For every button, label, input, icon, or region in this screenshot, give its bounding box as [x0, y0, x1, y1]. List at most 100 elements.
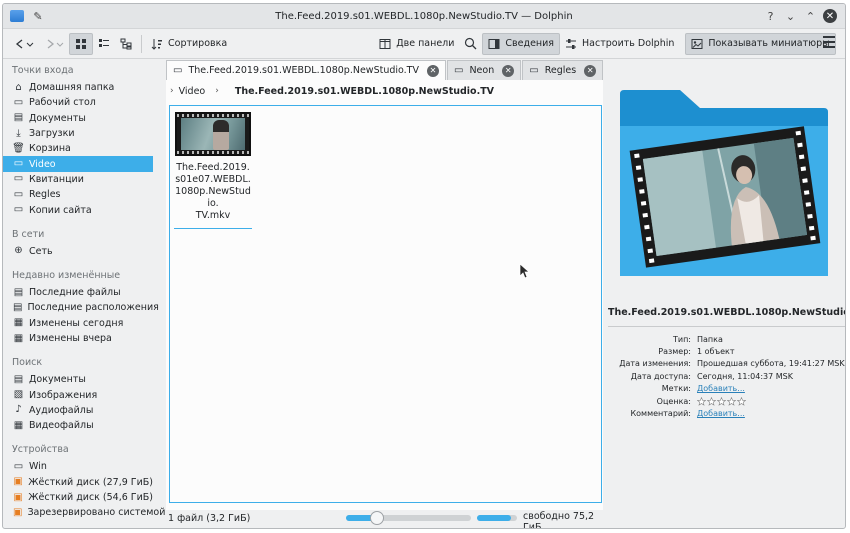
sidebar-item-downloads[interactable]: ⤓ Загрузки: [3, 126, 153, 141]
search-icon: [465, 37, 477, 50]
sidebar-item-home[interactable]: ⌂ Домашняя папка: [3, 80, 153, 95]
add-tags-link[interactable]: Добавить...: [697, 384, 745, 393]
sidebar-item-label: Копии сайта: [29, 204, 92, 216]
recent-section-title: Недавно изменённые: [12, 269, 121, 281]
dolphin-app-icon[interactable]: [10, 10, 24, 22]
star-icon[interactable]: [737, 396, 746, 406]
file-item[interactable]: The.Feed.2019. s01e07.WEBDL. 1080p.NewSt…: [174, 112, 252, 229]
close-tab-icon[interactable]: ✕: [426, 64, 439, 77]
sidebar-item-system-reserved[interactable]: ▣ Зарезервировано системой: [3, 505, 165, 520]
help-button[interactable]: ?: [763, 9, 778, 24]
close-tab-icon[interactable]: ✕: [502, 64, 515, 77]
places-panel: Точки входа ⌂ Домашняя папка ▭ Рабочий сто…: [3, 60, 165, 528]
close-tab-icon[interactable]: ✕: [584, 64, 597, 77]
breadcrumb-parent[interactable]: Video: [179, 86, 206, 97]
trash-icon: 🗑︎: [12, 142, 25, 154]
rating-stars[interactable]: [697, 396, 746, 406]
sidebar-item-receipts[interactable]: ▭ Квитанции: [3, 172, 153, 187]
sidebar-item-modified-today[interactable]: ▦ Изменены сегодня: [3, 316, 153, 331]
sidebar-item-recent-files[interactable]: ▤ Последние файлы: [3, 285, 153, 300]
forward-button[interactable]: [39, 33, 69, 55]
sidebar-item-video[interactable]: ▭ Video: [3, 156, 153, 172]
sidebar-item-disk-54[interactable]: ▣ Жёсткий диск (54,6 ГиБ): [3, 490, 153, 505]
file-view-area: › Video › The.Feed.2019.s01.WEBDL.1080p.…: [166, 80, 603, 510]
tab-the-feed[interactable]: ▭ The.Feed.2019.s01.WEBDL.1080p.NewStudi…: [166, 60, 446, 80]
maximize-button[interactable]: ⌃: [803, 9, 818, 24]
tree-view-icon: [120, 38, 132, 49]
info-row-size: Размер: 1 объект: [658, 347, 735, 357]
back-button[interactable]: [9, 33, 39, 55]
tab-label: Regles: [544, 65, 577, 76]
zoom-slider[interactable]: [346, 511, 471, 525]
breadcrumb: › Video › The.Feed.2019.s01.WEBDL.1080p.…: [166, 80, 603, 102]
sidebar-item-network[interactable]: ⊕ Сеть: [3, 244, 153, 259]
audio-icon: ♪: [15, 404, 22, 416]
sidebar-item-label: Жёсткий диск (54,6 ГиБ): [28, 492, 153, 504]
sidebar-item-desktop[interactable]: ▭ Рабочий стол: [3, 95, 153, 110]
star-icon[interactable]: [707, 396, 716, 406]
sidebar-item-disk-27[interactable]: ▣ Жёсткий диск (27,9 ГиБ): [3, 475, 153, 490]
breadcrumb-current[interactable]: The.Feed.2019.s01.WEBDL.1080p.NewStudio.…: [235, 86, 494, 97]
star-icon[interactable]: [697, 396, 706, 406]
sort-button[interactable]: Сортировка: [146, 33, 232, 55]
tab-neon[interactable]: ▭ Neon ✕: [446, 60, 522, 80]
split-view-button[interactable]: Две панели: [374, 33, 459, 55]
close-button[interactable]: ✕: [823, 9, 837, 23]
sidebar-item-search-video[interactable]: ▦ Видеофайлы: [3, 418, 153, 433]
drive-icon: ▣: [13, 506, 23, 518]
sidebar-item-label: Рабочий стол: [29, 97, 96, 109]
zoom-slider-handle[interactable]: [370, 511, 385, 525]
drive-icon: ▣: [13, 491, 23, 503]
sidebar-item-label: Win: [29, 461, 47, 473]
sidebar-item-label: Regles: [29, 189, 61, 201]
information-label: Сведения: [505, 38, 555, 49]
mouse-cursor-icon: [519, 263, 530, 279]
add-comment-link[interactable]: Добавить...: [697, 409, 745, 418]
sidebar-item-search-images[interactable]: ▧ Изображения: [3, 387, 153, 402]
sidebar-item-win[interactable]: ▭ Win: [3, 459, 153, 474]
sidebar-item-search-audio[interactable]: ♪ Аудиофайлы: [3, 403, 153, 418]
file-icons-view[interactable]: The.Feed.2019. s01e07.WEBDL. 1080p.NewSt…: [169, 105, 602, 503]
sidebar-item-trash[interactable]: 🗑︎ Корзина: [3, 141, 153, 156]
recent-places-icon: ▤: [13, 301, 23, 313]
minimize-button[interactable]: ⌄: [783, 9, 798, 24]
disk-space-bar[interactable]: [477, 515, 517, 521]
chevron-left-icon: [15, 38, 23, 49]
configure-label: Настроить Dolphin: [582, 38, 675, 49]
places-section-title: Точки входа: [12, 65, 74, 76]
chevron-right-icon[interactable]: ›: [215, 86, 219, 96]
star-icon[interactable]: [717, 396, 726, 406]
folder-icon: ▭: [453, 65, 464, 76]
sort-label: Сортировка: [168, 38, 228, 49]
toolbar-separator: [141, 34, 142, 53]
preview-button[interactable]: Показывать миниатюры: [685, 32, 836, 55]
tab-label: Neon: [469, 65, 495, 76]
icons-view-button[interactable]: [69, 32, 93, 55]
sidebar-item-documents[interactable]: ▤ Документы: [3, 111, 153, 126]
information-button[interactable]: Сведения: [482, 32, 561, 55]
star-icon[interactable]: [727, 396, 736, 406]
sidebar-item-search-documents[interactable]: ▤ Документы: [3, 372, 153, 387]
chevron-right-icon[interactable]: ›: [170, 86, 174, 96]
configure-button[interactable]: Настроить Dolphin: [560, 33, 679, 55]
info-row-modified: Дата изменения: Прошедшая суббота, 19:41:…: [619, 359, 845, 369]
network-icon: ⊕: [14, 245, 23, 257]
sidebar-item-site-copies[interactable]: ▭ Копии сайта: [3, 202, 153, 217]
sidebar-item-label: Жёсткий диск (27,9 ГиБ): [28, 476, 153, 488]
status-bar: 1 файл (3,2 ГиБ) свободно 75,2 ГиБ: [166, 511, 603, 528]
sidebar-item-regles[interactable]: ▭ Regles: [3, 187, 153, 202]
split-view-icon: [379, 38, 391, 49]
pin-icon[interactable]: ✎: [32, 10, 44, 23]
compact-view-button[interactable]: [93, 33, 115, 55]
tab-regles[interactable]: ▭ Regles ✕: [522, 60, 604, 80]
search-button[interactable]: [459, 33, 482, 55]
tab-label: The.Feed.2019.s01.WEBDL.1080p.NewStudio.…: [188, 65, 419, 76]
sidebar-item-label: Корзина: [29, 143, 71, 155]
title-bar[interactable]: ✎ The.Feed.2019.s01.WEBDL.1080p.NewStudi…: [3, 4, 845, 29]
information-panel: The.Feed.2019.s01.WEBDL.1080p.NewStudio.…: [608, 60, 845, 528]
sidebar-item-recent-places[interactable]: ▤ Последние расположения: [3, 300, 159, 315]
details-view-button[interactable]: [115, 33, 137, 55]
sidebar-item-modified-yesterday[interactable]: ▦ Изменены вчера: [3, 331, 153, 346]
hamburger-menu-icon[interactable]: [823, 36, 835, 48]
info-row-rating: Оценка:: [608, 395, 845, 407]
